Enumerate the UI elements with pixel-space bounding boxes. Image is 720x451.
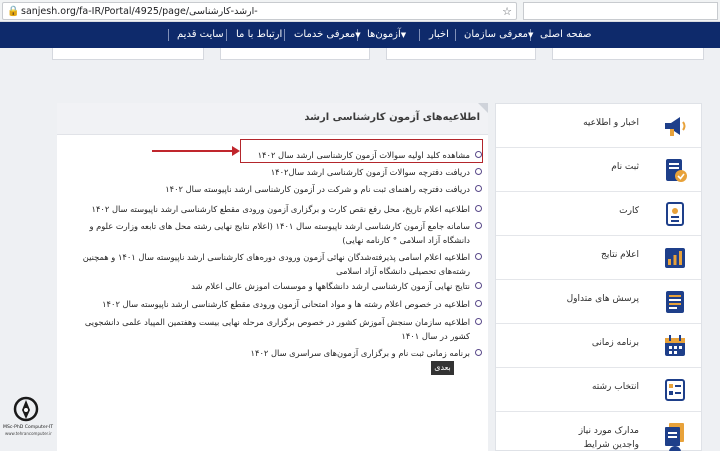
news-item-label: برنامه زمانی ثبت نام و برگزاری آزمون‌های…: [250, 348, 470, 358]
news-item[interactable]: نتایج نهایی آزمون کارشناسی ارشد دانشگاهه…: [191, 279, 482, 293]
circle-bullet-icon: [475, 282, 482, 289]
browser-search-box[interactable]: [523, 2, 718, 20]
news-item[interactable]: دریافت دفترچه سوالات آزمون کارشناسی ارشد…: [271, 165, 482, 179]
news-item[interactable]: سامانه جامع آزمون کارشناسی ارشد ناپیوسته…: [74, 219, 482, 247]
news-item[interactable]: اطلاعیه سازمان سنجش آموزش کشور در خصوص ب…: [74, 315, 482, 343]
sidebar-item-eligible[interactable]: واجدین شرایط: [496, 440, 701, 451]
nav-item-label: صفحه اصلی: [540, 29, 592, 40]
caret-down-icon: ▼: [400, 31, 407, 39]
caret-down-icon: ▼: [355, 31, 361, 39]
nav-divider: [226, 29, 227, 41]
circle-bullet-icon: [475, 349, 482, 356]
nav-card-edge: [386, 48, 536, 60]
page-root: 🔒 sanjesh.org/fa-IR/Portal/4925/page/ارش…: [0, 0, 720, 451]
news-item-label: اطلاعیه در خصوص اعلام رشته ها و مواد امت…: [102, 299, 470, 309]
calendar-icon: [661, 332, 689, 360]
nav-divider: [455, 29, 456, 41]
nav-item-news[interactable]: اخبار: [429, 22, 449, 48]
panel-title: اطلاعیه‌های آزمون کارشناسی ارشد: [304, 112, 480, 123]
results-icon: [661, 244, 689, 272]
main-nav: صفحه اصلی ▼معرفی سازمان اخبار ▼آزمون‌ها …: [0, 22, 720, 48]
nav-item-label: اخبار: [429, 29, 449, 40]
news-item[interactable]: اطلاعیه اعلام اسامی پذیرفته‌شدگان نهائی …: [74, 250, 482, 278]
nav-divider: [284, 29, 285, 41]
nav-item-label: آزمون‌ها: [367, 29, 401, 40]
sidebar-item-label: پرسش های متداول: [566, 294, 639, 304]
news-item-label: اطلاعیه سازمان سنجش آموزش کشور در خصوص ب…: [84, 317, 470, 341]
nav-item-services[interactable]: ▼معرفی خدمات: [294, 22, 363, 48]
lock-icon: 🔒: [7, 6, 20, 17]
circle-bullet-icon: [475, 185, 482, 192]
sidebar-item-results[interactable]: اعلام نتایج: [496, 236, 701, 280]
nav-item-contact[interactable]: ارتباط با ما: [236, 22, 282, 48]
arrow-head-icon: [232, 146, 240, 156]
browser-toolbar: 🔒 sanjesh.org/fa-IR/Portal/4925/page/ارش…: [0, 0, 720, 22]
nav-item-label: سایت قدیم: [177, 29, 224, 40]
nav-divider: [168, 29, 169, 41]
annotation-arrow: [152, 150, 234, 152]
faq-document-icon: [661, 288, 689, 316]
sidebar-item-news[interactable]: اخبار و اطلاعیه: [496, 104, 701, 148]
nav-item-label: معرفی خدمات: [294, 29, 356, 40]
circle-bullet-icon: [475, 253, 482, 260]
news-item-label: اطلاعیه اعلام اسامی پذیرفته‌شدگان نهائی …: [82, 252, 470, 276]
news-item[interactable]: دریافت دفترچه راهنمای ثبت نام و شرکت در …: [165, 182, 482, 196]
panel-header: اطلاعیه‌های آزمون کارشناسی ارشد: [57, 103, 488, 135]
circle-bullet-icon: [475, 318, 482, 325]
id-card-icon: [661, 200, 689, 228]
sidebar-item-label: مدارک مورد نیاز: [578, 426, 639, 436]
news-item[interactable]: اطلاعیه اعلام تاریخ، محل رفع نقص کارت و …: [91, 202, 482, 216]
news-item-label: سامانه جامع آزمون کارشناسی ارشد ناپیوسته…: [89, 221, 470, 245]
nav-item-label: ارتباط با ما: [236, 29, 283, 40]
choice-form-icon: [661, 376, 689, 404]
nav-card-edge: [220, 48, 370, 60]
bookmark-star-icon[interactable]: ☆: [502, 5, 512, 18]
sidebar-item-label: اعلام نتایج: [601, 250, 639, 260]
sidebar: اخبار و اطلاعیه ثبت نام کارت اعلام نتایج…: [495, 103, 702, 451]
nav-card-edge: [52, 48, 204, 60]
clipboard-check-icon: [661, 156, 689, 184]
news-item-label: دریافت دفترچه راهنمای ثبت نام و شرکت در …: [165, 184, 470, 194]
circle-bullet-icon: [475, 205, 482, 212]
sidebar-item-register[interactable]: ثبت نام: [496, 148, 701, 192]
circle-bullet-icon: [475, 300, 482, 307]
caret-down-icon: ▼: [528, 31, 534, 39]
news-item[interactable]: اطلاعیه در خصوص اعلام رشته ها و مواد امت…: [102, 297, 482, 311]
site-logo: [6, 395, 46, 451]
logo-text: MSc-PhD Computer-IT: [3, 425, 54, 430]
sidebar-item-field-choice[interactable]: انتخاب رشته: [496, 368, 701, 412]
news-item-label: دریافت دفترچه سوالات آزمون کارشناسی ارشد…: [270, 167, 470, 177]
news-item-label: اطلاعیه اعلام تاریخ، محل رفع نقص کارت و …: [91, 204, 471, 214]
nav-item-old-site[interactable]: سایت قدیم: [177, 22, 224, 48]
circle-bullet-icon: [475, 222, 482, 229]
sidebar-item-faq[interactable]: پرسش های متداول: [496, 280, 701, 324]
highlight-box: [240, 139, 483, 163]
nav-card-edge: [552, 48, 704, 60]
sidebar-item-label: انتخاب رشته: [591, 382, 639, 392]
sidebar-item-label: ثبت نام: [611, 162, 639, 172]
sidebar-item-label: برنامه زمانی: [591, 338, 639, 348]
circle-bullet-icon: [475, 168, 482, 175]
sidebar-item-label: واجدین شرایط: [583, 440, 639, 450]
nav-item-home[interactable]: صفحه اصلی: [540, 22, 591, 48]
speaker-icon: [661, 112, 689, 140]
nav-item-label: معرفی سازمان: [464, 29, 528, 40]
nav-item-about[interactable]: ▼معرفی سازمان: [464, 22, 535, 48]
news-item-label: نتایج نهایی آزمون کارشناسی ارشد دانشگاهه…: [191, 281, 470, 291]
nav-item-exams[interactable]: ▼آزمون‌ها: [367, 22, 408, 48]
address-bar[interactable]: 🔒 sanjesh.org/fa-IR/Portal/4925/page/ارش…: [2, 2, 517, 20]
sidebar-item-card[interactable]: کارت: [496, 192, 701, 236]
next-button[interactable]: بعدی: [431, 361, 454, 375]
sidebar-item-schedule[interactable]: برنامه زمانی: [496, 324, 701, 368]
sidebar-item-label: اخبار و اطلاعیه: [583, 118, 639, 128]
nav-divider: [419, 29, 420, 41]
logo-subtext: www.tehrancomputer.ir: [5, 431, 52, 436]
eligible-icon: [661, 444, 689, 451]
address-url: sanjesh.org/fa-IR/Portal/4925/page/ارشد-…: [21, 6, 258, 17]
sidebar-item-label: کارت: [619, 206, 639, 216]
news-item[interactable]: برنامه زمانی ثبت نام و برگزاری آزمون‌های…: [251, 346, 482, 360]
